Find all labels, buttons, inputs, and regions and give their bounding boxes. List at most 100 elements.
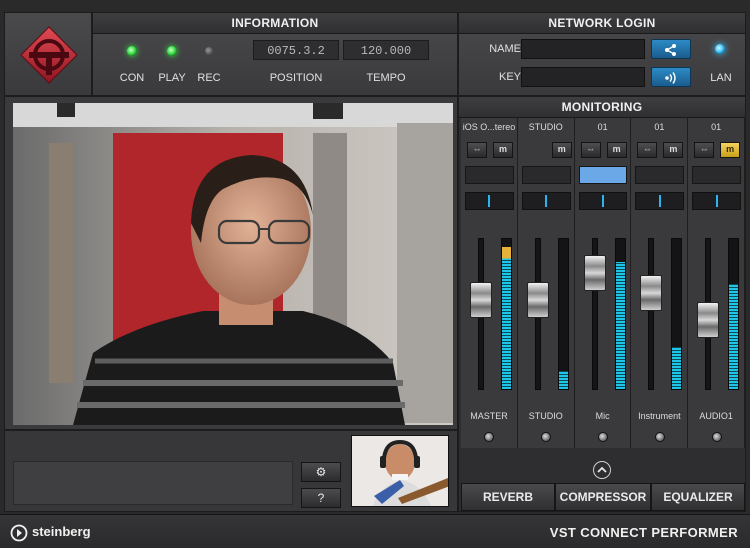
volume-fader[interactable]	[583, 255, 606, 292]
self-video-preview	[351, 435, 449, 507]
logo-panel	[4, 12, 92, 96]
route-button[interactable]: ⇔	[580, 142, 601, 158]
tab-compressor[interactable]: COMPRESSOR	[555, 483, 651, 511]
insert-slot[interactable]	[578, 166, 628, 184]
position-label: POSITION	[269, 72, 323, 84]
share-icon	[665, 44, 676, 56]
tempo-display: 120.000	[343, 40, 429, 60]
video-frame	[4, 96, 458, 430]
channel-input-label: iOS O...tereo	[462, 122, 516, 132]
con-label: CON	[119, 72, 145, 84]
monitoring-title: MONITORING	[459, 97, 745, 118]
level-meter	[557, 238, 569, 390]
tab-equalizer[interactable]: EQUALIZER	[651, 483, 745, 511]
play-label: PLAY	[158, 72, 186, 84]
volume-fader[interactable]	[640, 275, 663, 312]
pan-control[interactable]	[635, 192, 685, 210]
channel-select-knob[interactable]	[541, 432, 552, 442]
help-label: ?	[317, 491, 325, 505]
signal-button[interactable]	[651, 67, 691, 87]
channel-name: STUDIO	[528, 411, 563, 421]
expand-button[interactable]	[593, 461, 611, 479]
name-input[interactable]	[521, 39, 645, 59]
volume-fader[interactable]	[526, 282, 549, 319]
level-meter	[671, 238, 683, 390]
mute-button[interactable]: m	[551, 142, 572, 158]
route-button[interactable]: ⇔	[694, 142, 715, 158]
chat-input[interactable]	[13, 461, 293, 505]
key-label: KEY	[498, 71, 521, 83]
channel-select-knob[interactable]	[484, 432, 495, 442]
information-title: INFORMATION	[93, 13, 457, 34]
level-meter-fill	[729, 284, 739, 389]
channel-input-label: 01	[711, 122, 722, 132]
channel-strip-master: iOS O...tereo ⇔ m MASTER	[461, 118, 518, 448]
insert-slot[interactable]	[692, 166, 741, 184]
level-meter-fill	[615, 261, 625, 389]
play-led	[167, 46, 177, 56]
level-meter-fill	[502, 246, 511, 389]
rec-led	[205, 47, 213, 55]
lan-led	[715, 44, 725, 54]
channel-strip-audio1: 01 ⇔ m AUDIO1	[688, 118, 745, 448]
gear-icon: ⚙	[315, 465, 327, 479]
brand-label: steinberg	[32, 524, 91, 539]
chat-area: ⚙ ?	[4, 430, 458, 512]
cubase-logo-icon	[20, 26, 78, 84]
signal-icon	[665, 72, 676, 84]
volume-fader[interactable]	[470, 282, 492, 319]
lan-label: LAN	[710, 72, 732, 84]
channel-input-label: 01	[654, 122, 665, 132]
help-button[interactable]: ?	[301, 488, 341, 508]
insert-slot[interactable]	[465, 166, 514, 184]
mute-button[interactable]: m	[606, 142, 627, 158]
pan-marker	[488, 195, 491, 207]
settings-button[interactable]: ⚙	[301, 462, 341, 482]
con-led	[127, 46, 137, 56]
name-label: NAME	[489, 43, 521, 55]
steinberg-logo-icon	[10, 524, 28, 542]
pan-control[interactable]	[578, 192, 628, 210]
channel-name: Mic	[595, 411, 610, 421]
key-input[interactable]	[521, 67, 645, 87]
tempo-label: TEMPO	[366, 72, 406, 84]
channel-strips: iOS O...tereo ⇔ m MASTER STUDIO m STUDIO 01 ⇔ m Mi…	[461, 118, 745, 448]
pan-marker	[658, 195, 661, 207]
volume-fader[interactable]	[697, 301, 720, 338]
level-meter-fill	[672, 347, 682, 389]
mute-button[interactable]: m	[720, 142, 741, 158]
channel-strip-mic: 01 ⇔ m Mic	[574, 118, 632, 448]
level-meter	[501, 238, 512, 390]
insert-slot[interactable]	[521, 166, 571, 184]
position-display: 0075.3.2	[253, 40, 339, 60]
route-button[interactable]: ⇔	[467, 142, 487, 158]
pan-control[interactable]	[521, 192, 571, 210]
pan-marker	[601, 195, 604, 207]
level-meter	[728, 238, 740, 390]
pan-control[interactable]	[465, 192, 514, 210]
fader-track	[648, 238, 655, 390]
channel-strip-instrument: 01 ⇔ m Instrument	[631, 118, 689, 448]
route-button[interactable]: ⇔	[637, 142, 658, 158]
channel-name: AUDIO1	[699, 411, 733, 421]
main-video-feed	[13, 103, 453, 425]
pan-control[interactable]	[692, 192, 741, 210]
tab-reverb[interactable]: REVERB	[461, 483, 555, 511]
channel-select-knob[interactable]	[597, 432, 608, 442]
channel-select-knob[interactable]	[654, 432, 665, 442]
mute-button[interactable]: m	[663, 142, 684, 158]
channel-input-label: STUDIO	[528, 122, 563, 132]
channel-select-knob[interactable]	[711, 432, 722, 442]
pan-marker	[715, 195, 718, 207]
pan-marker	[545, 195, 548, 207]
mute-button[interactable]: m	[493, 142, 513, 158]
channel-strip-studio: STUDIO m STUDIO	[517, 118, 575, 448]
insert-slot[interactable]	[635, 166, 685, 184]
channel-name: MASTER	[470, 411, 508, 421]
channel-input-label: 01	[597, 122, 608, 132]
share-button[interactable]	[651, 39, 691, 59]
level-meter	[614, 238, 626, 390]
rec-label: REC	[197, 72, 221, 84]
level-meter-fill	[558, 371, 568, 389]
self-video-feed	[352, 436, 448, 506]
